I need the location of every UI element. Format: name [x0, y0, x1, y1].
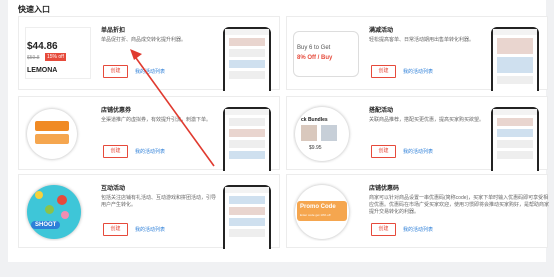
- interactive-illustration: SHOOT: [25, 181, 91, 241]
- card-title: 单品折扣: [101, 28, 126, 34]
- phone-mockup: [223, 27, 271, 91]
- phone-mockup: [491, 107, 539, 171]
- promo-code-illustration: Promo Code Enter code get 10% off: [293, 181, 359, 241]
- activity-list-link[interactable]: 我的活动列表: [135, 226, 165, 233]
- create-button[interactable]: 创建: [103, 223, 128, 236]
- store-coupon-illustration: [25, 103, 91, 163]
- full-reduction-illustration: Buy 6 to Get 8% Off / Buy: [293, 23, 359, 83]
- card-desc: 单品促打折、商品成交转化提升利器。: [101, 37, 187, 43]
- single-discount-illustration: $44.86 $59.8 15% off LEMONA: [25, 23, 91, 83]
- card-desc: 关联商品推荐，搭配买更优惠，提高买家购买欲望。: [369, 117, 485, 123]
- card-single-discount: $44.86 $59.8 15% off LEMONA 单品折扣 单品促打折、商…: [18, 16, 280, 91]
- thumb-word: LEMONA: [27, 67, 58, 74]
- thumb-line1: Buy 6 to Get: [297, 45, 331, 51]
- card-title: 互动活动: [101, 186, 126, 192]
- phone-mockup: [223, 185, 271, 249]
- create-button[interactable]: 创建: [371, 145, 396, 158]
- thumb-word: SHOOT: [31, 221, 61, 229]
- bundle-illustration: ck Bundles $9.95: [293, 103, 359, 163]
- thumb-word: ck Bundles: [301, 117, 328, 123]
- card-title: 店铺优惠码: [369, 186, 400, 192]
- card-title: 店铺优惠券: [101, 108, 132, 114]
- activity-list-link[interactable]: 我的活动列表: [403, 148, 433, 155]
- card-title: 满减活动: [369, 28, 394, 34]
- create-button[interactable]: 创建: [371, 65, 396, 78]
- thumb-off-badge: 15% off: [45, 53, 66, 61]
- card-desc: 轻松提高客单、日常活动期用出售单转化利器。: [369, 37, 475, 43]
- activity-list-link[interactable]: 我的活动列表: [135, 68, 165, 75]
- section-title: 快速入口: [18, 5, 50, 14]
- thumb-line2: 8% Off / Buy: [297, 55, 333, 61]
- create-button[interactable]: 创建: [103, 65, 128, 78]
- phone-mockup: [223, 107, 271, 171]
- activity-list-link[interactable]: 我的活动列表: [403, 68, 433, 75]
- create-button[interactable]: 创建: [103, 145, 128, 158]
- card-full-reduction: Buy 6 to Get 8% Off / Buy 满减活动 轻松提高客单、日常…: [286, 16, 548, 91]
- card-desc: 全渠道推广的虚拟券，有效提升引流，刺激下单。: [101, 117, 212, 123]
- create-button[interactable]: 创建: [371, 223, 396, 236]
- card-promo-code: Promo Code Enter code get 10% off 店铺优惠码 …: [286, 174, 550, 248]
- thumb-price: $9.95: [309, 145, 322, 151]
- card-desc: 商家可以针对商品设置一串优惠码(简称code)，买家下单时输入优惠码即可享受相应…: [369, 195, 550, 215]
- quick-entry-panel: 快速入口 $44.86 $59.8 15% off LEMONA 单品折扣 单品…: [8, 0, 550, 262]
- thumb-old-price: $59.8: [27, 55, 40, 61]
- card-title: 搭配活动: [369, 108, 394, 114]
- card-store-coupon: 店铺优惠券 全渠道推广的虚拟券，有效提升引流，刺激下单。 创建 我的活动列表: [18, 96, 280, 171]
- phone-mockup: [491, 27, 539, 91]
- card-interactive: SHOOT 互动活动 包括关注店铺有礼活动、互动游戏和拼团活动，引导用户产生转化…: [18, 174, 280, 249]
- card-bundle: ck Bundles $9.95 搭配活动 关联商品推荐，搭配买更优惠，提高买家…: [286, 96, 548, 171]
- thumb-price: $44.86: [27, 41, 58, 52]
- card-desc: 包括关注店铺有礼活动、互动游戏和拼团活动，引导用户产生转化。: [101, 195, 217, 208]
- activity-list-link[interactable]: 我的活动列表: [135, 148, 165, 155]
- activity-list-link[interactable]: 我的活动列表: [403, 226, 433, 233]
- thumb-line1: Promo Code: [300, 204, 336, 210]
- thumb-line2: Enter code get 10% off: [300, 213, 331, 217]
